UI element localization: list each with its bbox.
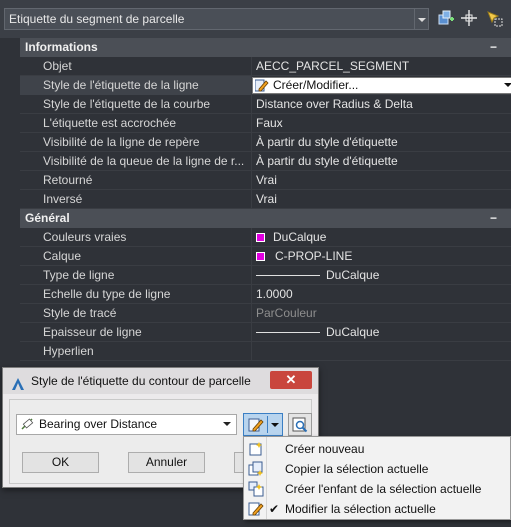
menu-item-edit-current[interactable]: ✔ Modifier la sélection actuelle [244, 499, 510, 519]
property-value: Distance over Radius & Delta [256, 97, 413, 111]
autodesk-logo-icon [11, 374, 25, 390]
dialog-title: Style de l'étiquette du contour de parce… [31, 374, 251, 388]
property-name: Visibilité de la queue de la ligne de r.… [20, 152, 252, 171]
linetype-sample [256, 275, 320, 276]
property-name: Style de l'étiquette de la ligne [20, 76, 252, 95]
property-row[interactable]: Style de tracé ParCouleur [20, 304, 511, 323]
property-name: Retourné [20, 171, 252, 190]
property-name: Style de tracé [20, 304, 252, 323]
section-informations[interactable]: Informations − [20, 38, 511, 57]
property-value: DuCalque [252, 228, 511, 247]
property-row[interactable]: Echelle du type de ligne 1.0000 [20, 285, 511, 304]
property-value: C-PROP-LINE [252, 247, 511, 266]
property-value: DuCalque [252, 266, 511, 285]
property-name: Hyperlien [20, 342, 252, 361]
close-button[interactable]: ✕ [270, 371, 312, 389]
layer-color-swatch [256, 252, 265, 261]
chevron-down-icon[interactable] [271, 423, 279, 427]
layer-value: C-PROP-LINE [275, 249, 353, 263]
pick-object-icon[interactable] [460, 9, 478, 27]
preview-style-button[interactable] [288, 413, 312, 436]
split-divider [267, 416, 268, 433]
lineweight-sample [256, 332, 320, 333]
lineweight-value: DuCalque [326, 325, 380, 339]
property-value [252, 342, 511, 361]
edit-pencil-icon [254, 79, 269, 92]
property-name: Inversé [20, 190, 252, 209]
property-value: À partir du style d'étiquette [256, 154, 398, 168]
chevron-down-icon[interactable] [223, 422, 231, 426]
color-value: DuCalque [273, 230, 327, 244]
property-value: Vrai [256, 173, 277, 187]
menu-item-copy[interactable]: Copier la sélection actuelle [244, 459, 510, 479]
property-name: Calque [20, 247, 252, 266]
label-style-icon [20, 417, 35, 432]
dialog-title-bar[interactable]: Style de l'étiquette du contour de parce… [3, 368, 318, 394]
property-row[interactable]: Style de l'étiquette de la courbe Distanc… [20, 95, 511, 114]
selection-toolbar: Etiquette du segment de parcelle [0, 0, 511, 38]
collapse-icon[interactable]: − [490, 38, 497, 57]
property-name: Echelle du type de ligne [20, 285, 252, 304]
copy-style-icon [248, 461, 264, 477]
property-value: Faux [256, 116, 283, 130]
property-row-selected[interactable]: Style de l'étiquette de la ligne Créer/M… [20, 76, 511, 95]
property-row[interactable]: L'étiquette est accrochée Faux [20, 114, 511, 133]
style-selector-value: Bearing over Distance [39, 417, 158, 431]
property-value: À partir du style d'étiquette [256, 135, 398, 149]
edit-pencil-icon [248, 418, 264, 432]
property-row[interactable]: Retourné Vrai [20, 171, 511, 190]
edit-style-menu: Créer nouveau Copier la sélection actuel… [243, 436, 511, 520]
property-value: Vrai [256, 192, 277, 206]
chevron-down-icon[interactable] [504, 83, 511, 87]
property-name: Type de ligne [20, 266, 252, 285]
menu-item-create-child[interactable]: Créer l'enfant de la sélection actuelle [244, 479, 510, 499]
property-name: Epaisseur de ligne [20, 323, 252, 342]
menu-item-create-new[interactable]: Créer nouveau [244, 439, 510, 459]
checkmark-icon: ✔ [269, 502, 280, 516]
property-row[interactable]: Couleurs vraies DuCalque [20, 228, 511, 247]
object-type-selector[interactable]: Etiquette du segment de parcelle [4, 8, 415, 30]
property-name: Couleurs vraies [20, 228, 252, 247]
child-style-icon [248, 481, 264, 497]
section-title: Informations [25, 40, 98, 54]
property-row[interactable]: Calque C-PROP-LINE [20, 247, 511, 266]
edit-style-split-button[interactable] [243, 413, 283, 436]
property-name: L'étiquette est accrochée [20, 114, 252, 133]
property-row[interactable]: Inversé Vrai [20, 190, 511, 209]
section-general[interactable]: Général − [20, 209, 511, 228]
menu-item-label: Copier la sélection actuelle [285, 462, 429, 476]
menu-item-label: Créer l'enfant de la sélection actuelle [285, 482, 482, 496]
collapse-icon[interactable]: − [490, 209, 497, 228]
property-value: ParCouleur [256, 306, 317, 320]
create-style-icon [248, 441, 264, 457]
linetype-value: DuCalque [326, 268, 380, 282]
property-value: 1.0000 [256, 287, 293, 301]
chevron-down-icon[interactable] [415, 8, 429, 30]
property-row[interactable]: Epaisseur de ligne DuCalque [20, 323, 511, 342]
property-row[interactable]: Type de ligne DuCalque [20, 266, 511, 285]
property-name: Objet [20, 57, 252, 76]
label-style-dropdown[interactable]: Créer/Modifier... [252, 77, 511, 94]
magnifier-icon [292, 417, 308, 433]
properties-grid: Informations − Objet AECC_PARCEL_SEGMENT … [20, 38, 511, 361]
ok-button[interactable]: OK [22, 452, 99, 473]
property-row[interactable]: Hyperlien [20, 342, 511, 361]
section-title: Général [25, 211, 70, 225]
property-name: Style de l'étiquette de la courbe [20, 95, 252, 114]
property-row[interactable]: Visibilité de la ligne de repère À partir… [20, 133, 511, 152]
property-value: DuCalque [252, 323, 511, 342]
property-name: Visibilité de la ligne de repère [20, 133, 252, 152]
dropdown-value: Créer/Modifier... [273, 78, 359, 92]
color-swatch [256, 233, 265, 242]
cancel-button[interactable]: Annuler [128, 452, 205, 473]
add-selection-icon[interactable] [437, 9, 455, 27]
menu-item-label: Créer nouveau [285, 442, 365, 456]
property-row[interactable]: Objet AECC_PARCEL_SEGMENT [20, 57, 511, 76]
quick-select-icon[interactable] [485, 9, 503, 27]
property-row[interactable]: Visibilité de la queue de la ligne de r.… [20, 152, 511, 171]
style-selector[interactable]: Bearing over Distance [16, 414, 237, 435]
property-value: AECC_PARCEL_SEGMENT [256, 59, 410, 73]
menu-item-label: Modifier la sélection actuelle [285, 502, 436, 516]
edit-style-icon [248, 501, 264, 517]
